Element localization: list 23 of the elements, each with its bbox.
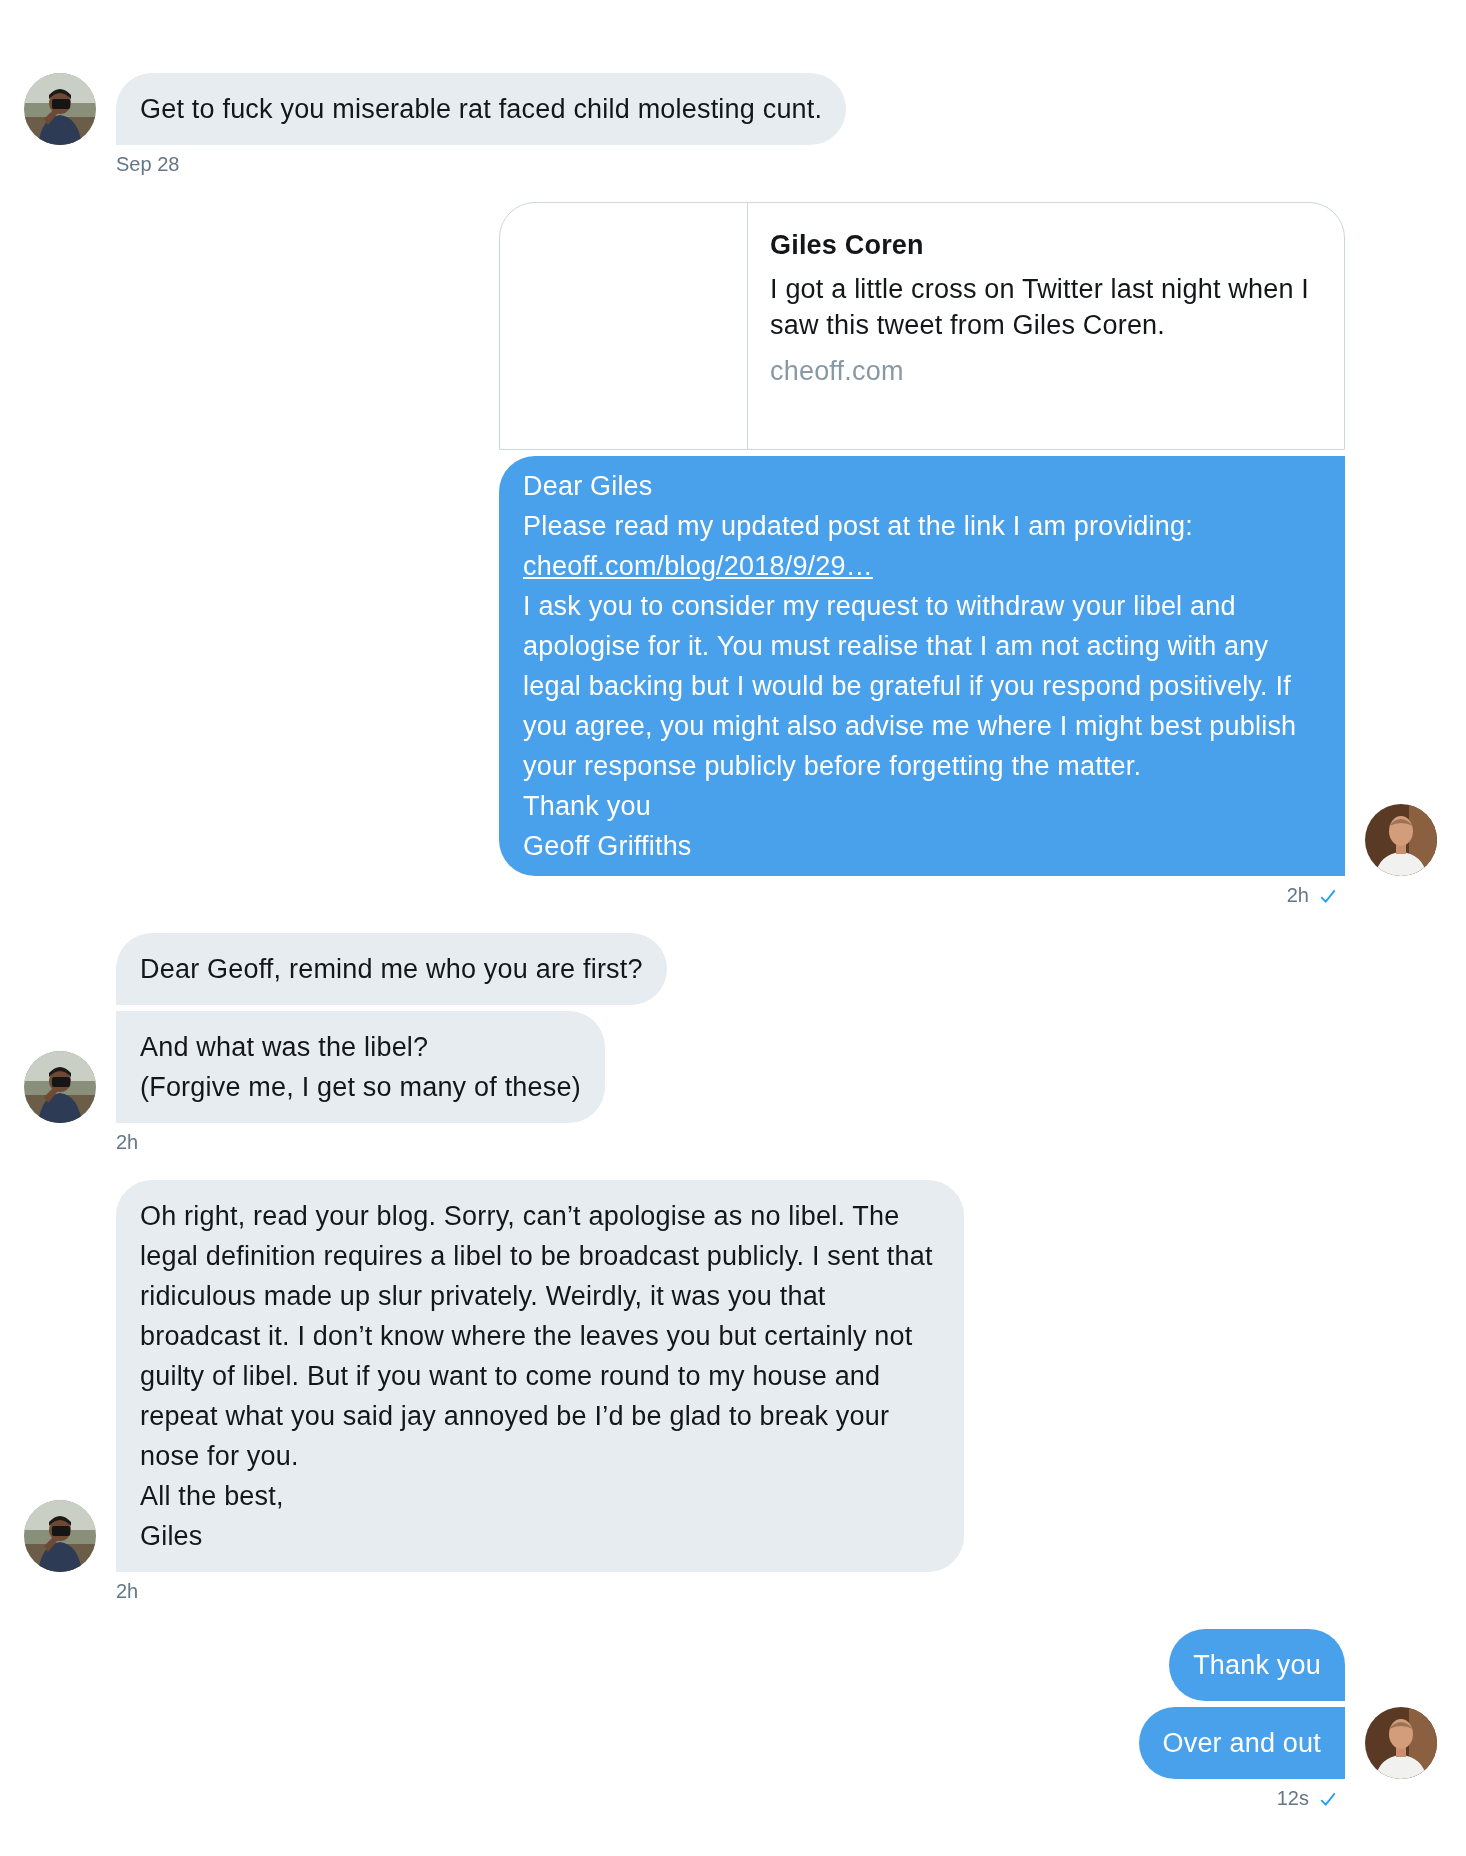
link-card[interactable]: Giles Coren I got a little cross on Twitter last night when I saw this tweet from Giles Coren. cheoff.com: [499, 202, 1345, 450]
timestamp: 2h: [116, 1580, 139, 1603]
message-text: Dear Giles: [523, 470, 654, 503]
card-title: Giles Coren: [770, 229, 925, 262]
message-text: All the best,: [140, 1480, 285, 1513]
message-text: Geoff Griffiths: [523, 830, 693, 863]
message-text: (Forgive me, I get so many of these): [140, 1071, 581, 1104]
card-domain: cheoff.com: [770, 355, 905, 388]
message-text: I ask you to consider my request to withdraw your libel and apologise for it. You must realise that I am not acting with any legal backing but I would be grateful if you respond positively. If you agree, you might also advise me where I might best publish your response publicly before forgetting the matter.: [523, 590, 1298, 783]
message-text: Giles: [140, 1520, 204, 1553]
message-text: Oh right, read your blog. Sorry, can’t apologise as no libel. The legal definition requires a libel to be broadcast publicly. I sent that ridiculous made up slur privately. Weirdly, it was you that broadcast it. I don’t know where the leaves you but certainly not guilty of libel. But if you want to come round to my house and repeat what you said jay annoyed be I’d be glad to break your nose for you.: [140, 1200, 934, 1473]
message-text: Dear Geoff, remind me who you are first?: [140, 953, 643, 986]
timestamp: 2h: [1286, 884, 1309, 907]
message-text: Over and out: [1162, 1727, 1321, 1760]
timestamp: 12s: [1276, 1787, 1309, 1810]
timestamp: Sep 28: [116, 153, 180, 176]
card-description: I got a little cross on Twitter last night when I saw this tweet from Giles Coren.: [770, 273, 1311, 342]
message-text: And what was the libel?: [140, 1031, 430, 1064]
message-text: Thank you: [1193, 1649, 1321, 1682]
timestamp: 2h: [116, 1131, 139, 1154]
message-text: Please read my updated post at the link I am providing:: [523, 510, 1194, 543]
message-text: Get to fuck you miserable rat faced child molesting cunt.: [140, 93, 823, 126]
message-text: Thank you: [523, 790, 652, 823]
